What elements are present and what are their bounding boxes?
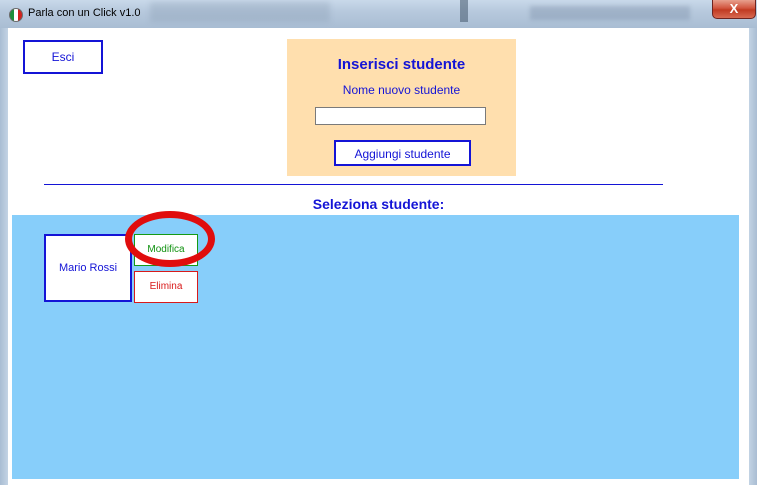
- select-student-heading: Seleziona studente:: [312, 196, 445, 212]
- close-icon: X: [729, 1, 739, 16]
- new-student-name-input[interactable]: [315, 107, 486, 125]
- student-card[interactable]: Mario Rossi: [44, 234, 132, 302]
- italy-flag-icon: [9, 8, 23, 22]
- new-student-name-label: Nome nuovo studente: [342, 83, 461, 97]
- delete-student-button[interactable]: Elimina: [134, 271, 198, 303]
- window-frame-left: [0, 28, 8, 485]
- close-button[interactable]: X: [712, 0, 756, 19]
- students-area: Mario Rossi Modifica Elimina: [12, 215, 739, 479]
- title-bar: Parla con un Click v1.0 X: [0, 0, 757, 28]
- window-client-area: Esci Inserisci studente Nome nuovo stude…: [8, 28, 749, 485]
- window-title: Parla con un Click v1.0: [28, 7, 141, 19]
- divider: [44, 184, 663, 185]
- background-blur: [460, 0, 468, 22]
- background-blur: [530, 6, 690, 20]
- add-student-button[interactable]: Aggiungi studente: [334, 140, 471, 166]
- insert-student-title: Inserisci studente: [337, 56, 466, 73]
- window-frame-right: [749, 28, 757, 485]
- edit-student-button[interactable]: Modifica: [134, 234, 198, 266]
- background-blur: [150, 2, 330, 22]
- insert-student-panel: Inserisci studente Nome nuovo studente A…: [287, 39, 516, 176]
- exit-button[interactable]: Esci: [23, 40, 103, 74]
